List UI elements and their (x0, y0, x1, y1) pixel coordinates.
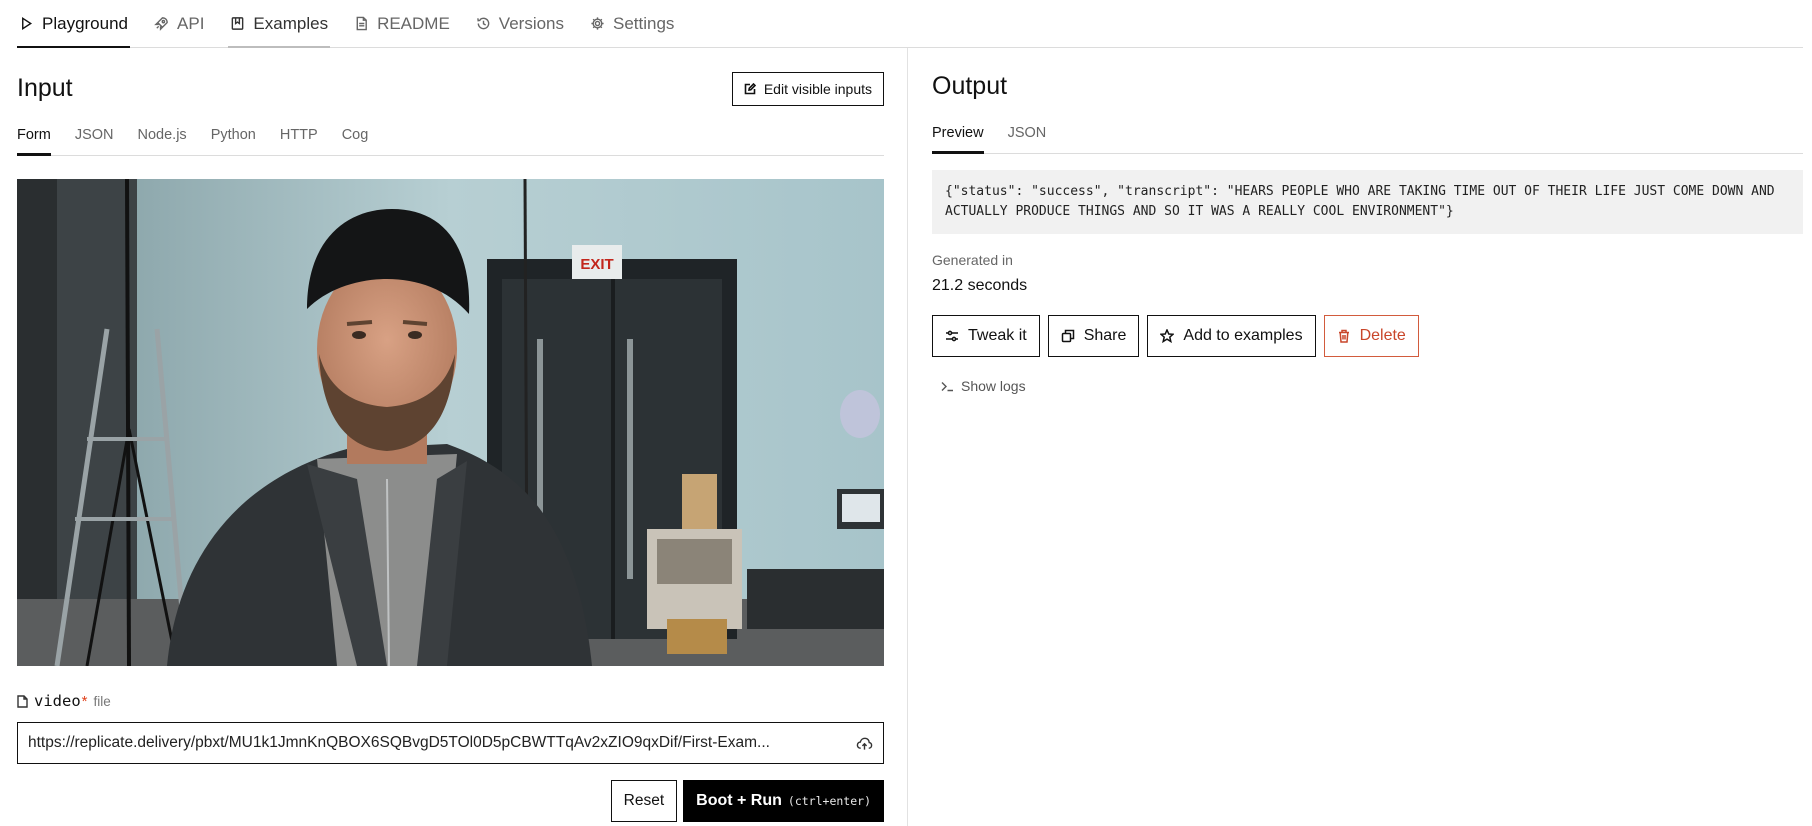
input-panel: Input Edit visible inputs Form JSON Node… (17, 48, 884, 826)
copy-icon (1061, 329, 1074, 343)
tab-cog[interactable]: Cog (342, 115, 369, 155)
top-navigation: Playground API Examples README Versions … (17, 0, 1803, 48)
delete-label: Delete (1359, 327, 1406, 344)
history-icon (476, 17, 490, 30)
boot-run-button[interactable]: Boot + Run (ctrl+enter) (683, 780, 884, 822)
output-title: Output (932, 72, 1008, 100)
tab-playground[interactable]: Playground (17, 0, 131, 48)
output-actions: Tweak it Share Add to examples Delete (932, 315, 1419, 357)
tab-readme[interactable]: README (352, 0, 452, 47)
tab-json[interactable]: JSON (75, 115, 114, 155)
delete-button[interactable]: Delete (1323, 315, 1419, 357)
tab-label: Examples (253, 13, 329, 33)
boot-run-label: Boot + Run (696, 792, 782, 809)
share-button[interactable]: Share (1047, 315, 1140, 357)
keyboard-shortcut: (ctrl+enter) (787, 794, 871, 808)
tab-label: Versions (498, 13, 564, 33)
file-icon (17, 694, 28, 708)
input-tabs: Form JSON Node.js Python HTTP Cog (17, 116, 884, 156)
generated-in-value: 21.2 seconds (932, 277, 1028, 294)
sliders-icon (946, 330, 958, 342)
tab-http[interactable]: HTTP (280, 115, 318, 155)
tab-preview[interactable]: Preview (932, 113, 984, 154)
video-field-label: video * file (17, 692, 111, 710)
generated-in-label: Generated in (932, 252, 1013, 268)
field-type: file (93, 694, 111, 709)
tab-nodejs[interactable]: Node.js (138, 115, 187, 155)
column-divider (907, 48, 908, 826)
show-logs-toggle[interactable]: Show logs (941, 378, 1026, 394)
document-icon (356, 16, 367, 31)
tab-label: API (177, 13, 205, 33)
video-frame-image: EXIT (17, 179, 884, 666)
output-tabs: Preview JSON (932, 114, 1803, 154)
video-preview[interactable]: EXIT (17, 179, 884, 666)
tab-form[interactable]: Form (17, 115, 51, 156)
tab-label: Settings (613, 13, 675, 33)
form-actions: Reset Boot + Run (ctrl+enter) (610, 780, 884, 822)
video-url-field[interactable] (17, 722, 884, 764)
share-label: Share (1083, 327, 1127, 344)
add-to-examples-label: Add to examples (1183, 327, 1303, 344)
required-marker: * (81, 693, 88, 710)
output-json-text: {"status": "success", "transcript": "HEA… (932, 170, 1803, 234)
play-icon (22, 17, 33, 30)
edit-visible-inputs-button[interactable]: Edit visible inputs (731, 72, 884, 106)
edit-icon (744, 83, 756, 95)
tab-python[interactable]: Python (211, 115, 256, 155)
rocket-icon (154, 17, 168, 31)
gear-icon (591, 17, 604, 30)
add-to-examples-button[interactable]: Add to examples (1147, 315, 1316, 357)
bookmark-icon (232, 17, 244, 30)
tweak-it-button[interactable]: Tweak it (932, 315, 1040, 357)
tweak-it-label: Tweak it (968, 327, 1027, 344)
star-icon (1160, 329, 1175, 343)
reset-button[interactable]: Reset (610, 780, 678, 822)
output-panel: Output Preview JSON {"status": "success"… (932, 48, 1803, 826)
trash-icon (1338, 329, 1349, 343)
video-url-input[interactable] (28, 734, 848, 752)
tab-versions[interactable]: Versions (474, 0, 566, 47)
input-title: Input (17, 74, 73, 102)
edit-visible-inputs-label: Edit visible inputs (763, 81, 872, 97)
exit-sign-label: EXIT (580, 256, 613, 273)
tab-api[interactable]: API (152, 0, 206, 47)
tab-label: README (377, 13, 450, 33)
show-logs-label: Show logs (961, 378, 1026, 394)
cloud-upload-icon[interactable] (856, 735, 873, 752)
tab-examples[interactable]: Examples (228, 0, 330, 48)
tab-output-json[interactable]: JSON (1008, 113, 1047, 153)
terminal-icon (941, 381, 953, 391)
field-name: video (34, 692, 81, 710)
tab-settings[interactable]: Settings (588, 0, 676, 47)
tab-label: Playground (42, 13, 129, 33)
